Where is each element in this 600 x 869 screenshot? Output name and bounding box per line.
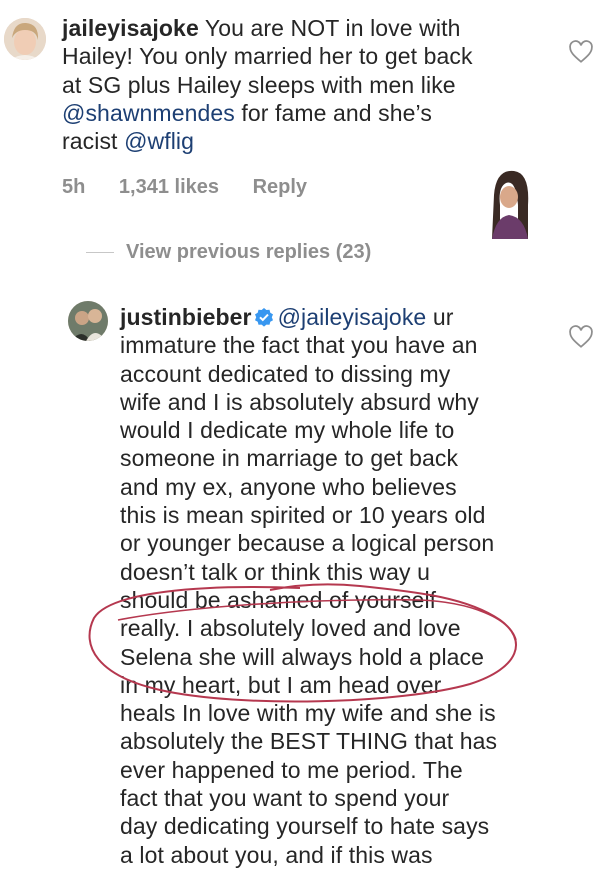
mention-link[interactable]: @wflig bbox=[124, 128, 194, 154]
comment-line: for fame and she’s bbox=[241, 99, 432, 126]
inset-photo bbox=[488, 165, 532, 239]
comment-line: Selena she will always hold a place bbox=[120, 643, 485, 670]
comment-line: heals In love with my wife and she is bbox=[120, 700, 496, 727]
comment-line: and my ex, anyone who believes bbox=[120, 473, 457, 500]
verified-badge-icon bbox=[254, 308, 273, 327]
comment-line: in my heart, but I am head over bbox=[120, 671, 442, 698]
mention-link[interactable]: @shawnmendes bbox=[62, 100, 235, 126]
comment-line: immature the fact that you have an bbox=[120, 332, 478, 359]
comment-line: really. I absolutely loved and love bbox=[120, 615, 461, 642]
comment-line: would I dedicate my whole life to bbox=[120, 417, 455, 444]
comment-time: 5h bbox=[62, 176, 86, 198]
comment-line: absolutely the BEST THING that has bbox=[120, 728, 498, 755]
comment-line: this is mean spirited or 10 years old bbox=[120, 502, 486, 529]
comment-line: account dedicated to dissing my bbox=[120, 360, 451, 387]
comment-line: doesn’t talk or think this way u bbox=[120, 558, 431, 585]
comment-text: jaileyisajoke You are NOT in love with H… bbox=[62, 14, 542, 155]
comment-line: a lot about you, and if this was bbox=[120, 841, 433, 868]
comment-text: justinbieber @jaileyisajoke ur immature … bbox=[120, 303, 560, 869]
heart-icon[interactable] bbox=[568, 325, 594, 349]
comment-line: ur bbox=[432, 304, 454, 330]
comment-line: day dedicating yourself to hate says bbox=[120, 813, 490, 840]
comment-line: Hailey! You only married her to get back bbox=[62, 43, 473, 70]
comment-line: ever happened to me period. The bbox=[120, 756, 463, 783]
comment-line: fact that you want to spend your bbox=[120, 785, 450, 812]
comment-username[interactable]: jaileyisajoke bbox=[62, 15, 199, 41]
heart-icon[interactable] bbox=[568, 40, 594, 64]
comment-line: at SG plus Hailey sleeps with men like bbox=[62, 71, 456, 98]
comment-line: wife and I is absolutely absurd why bbox=[120, 388, 479, 415]
comment-line: someone in marriage to get back bbox=[120, 445, 459, 472]
mention-link[interactable]: @jaileyisajoke bbox=[278, 304, 427, 330]
comment-likes[interactable]: 1,341 likes bbox=[119, 176, 219, 198]
comment-line: You are NOT in love with bbox=[204, 15, 461, 41]
comment-line: racist bbox=[62, 128, 118, 155]
avatar[interactable] bbox=[68, 301, 108, 341]
comment-username[interactable]: justinbieber bbox=[120, 304, 252, 330]
view-previous-label: View previous replies (23) bbox=[126, 241, 372, 263]
view-previous-replies[interactable]: View previous replies (23) bbox=[86, 241, 371, 264]
comment-line: should be ashamed of yourself bbox=[120, 586, 437, 613]
divider-line bbox=[86, 252, 114, 253]
reply-button[interactable]: Reply bbox=[253, 176, 307, 198]
avatar[interactable] bbox=[4, 18, 46, 60]
comment-line: or younger because a logical person bbox=[120, 530, 495, 557]
comment-meta: 5h 1,341 likes Reply bbox=[62, 176, 335, 199]
